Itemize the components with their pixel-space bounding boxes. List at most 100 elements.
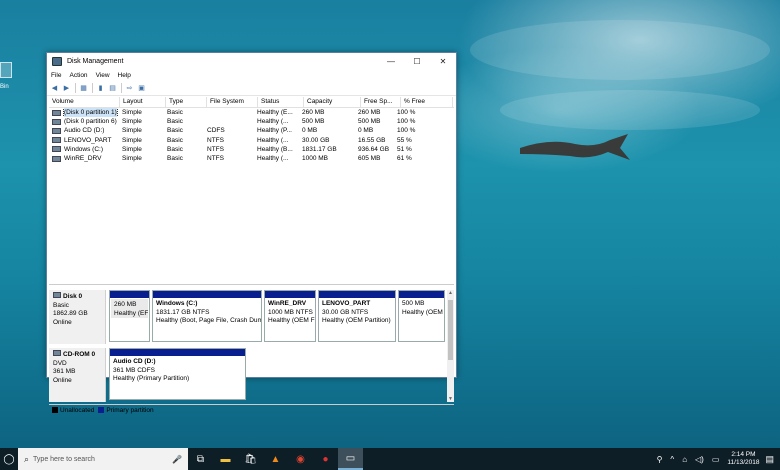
partition-oem[interactable]: 500 MB Healthy (OEM bbox=[398, 290, 445, 342]
volume-name: WinRE_DRV bbox=[64, 155, 102, 163]
scrollbar-thumb[interactable] bbox=[448, 300, 453, 360]
table-row[interactable]: WinRE_DRV Simple Basic NTFS Healthy (...… bbox=[49, 154, 454, 163]
drive-icon bbox=[53, 292, 61, 298]
layout-cell: Simple bbox=[122, 145, 142, 153]
microphone-icon[interactable]: 🎤 bbox=[172, 455, 182, 464]
clock[interactable]: 2:14 PM 11/13/2018 bbox=[727, 451, 759, 467]
toolbar-divider bbox=[75, 83, 76, 93]
fs-cell bbox=[204, 117, 254, 126]
col-percent-free[interactable]: % Free bbox=[401, 97, 453, 107]
vlc-icon[interactable]: ▲ bbox=[263, 448, 288, 470]
disk-info-panel[interactable]: Disk 0 Basic 1862.89 GB Online bbox=[49, 290, 106, 344]
partition-status: Healthy (Primary Partition) bbox=[113, 375, 190, 382]
menu-file[interactable]: File bbox=[51, 72, 61, 79]
network-icon[interactable]: ⌂ bbox=[682, 455, 687, 464]
partition-status: Healthy (EFI bbox=[114, 309, 148, 317]
task-view-icon[interactable]: ⧉ bbox=[188, 448, 213, 470]
search-box[interactable]: ⌕ Type here to search 🎤 bbox=[18, 448, 188, 470]
col-free-space[interactable]: Free Sp... bbox=[361, 97, 401, 107]
toolbar-divider bbox=[121, 83, 122, 93]
search-icon: ⌕ bbox=[24, 453, 30, 464]
primary-partition-swatch bbox=[98, 407, 105, 413]
recycle-bin-label: Bin bbox=[0, 84, 9, 90]
disk-row-disk-0: Disk 0 Basic 1862.89 GB Online 260 MB He… bbox=[49, 290, 447, 344]
store-icon[interactable]: 🛍 bbox=[238, 448, 263, 470]
percent-cell: 61 % bbox=[397, 154, 412, 162]
partition-status: Healthy (OEM Partition) bbox=[322, 317, 391, 324]
volume-list-header: Volume Layout Type File System Status Ca… bbox=[49, 97, 454, 108]
help-icon[interactable]: ▮ bbox=[96, 84, 105, 93]
menu-view[interactable]: View bbox=[96, 72, 110, 79]
battery-icon[interactable]: ▭ bbox=[712, 455, 720, 464]
volume-list: Volume Layout Type File System Status Ca… bbox=[49, 97, 454, 285]
recycle-bin-icon[interactable]: Bin bbox=[0, 62, 12, 98]
partition-size: 500 MB bbox=[402, 300, 425, 307]
partition-size: 260 MB bbox=[114, 301, 137, 308]
partition-label: WinRE_DRV bbox=[268, 300, 307, 307]
volume-name: (Disk 0 partition 6) bbox=[64, 118, 117, 126]
app-icon[interactable]: ● bbox=[313, 448, 338, 470]
col-capacity[interactable]: Capacity bbox=[304, 97, 361, 107]
title-bar[interactable]: Disk Management — ☐ ✕ bbox=[47, 53, 456, 70]
start-button[interactable]: ◯ bbox=[0, 448, 18, 470]
close-button[interactable]: ✕ bbox=[430, 53, 456, 70]
fs-cell: NTFS bbox=[207, 154, 224, 162]
table-row[interactable]: (Disk 0 partition 6) Simple Basic Health… bbox=[49, 117, 454, 126]
vertical-scrollbar[interactable]: ▲ ▼ bbox=[447, 290, 454, 402]
partition-audio-cd[interactable]: Audio CD (D:) 361 MB CDFS Healthy (Prima… bbox=[109, 348, 246, 400]
back-arrow-icon[interactable]: ◀ bbox=[50, 84, 59, 93]
legend-unallocated: Unallocated bbox=[60, 406, 95, 414]
disk-management-window: Disk Management — ☐ ✕ File Action View H… bbox=[46, 52, 457, 414]
partition-windows-c[interactable]: Windows (C:) 1831.17 GB NTFS Healthy (Bo… bbox=[152, 290, 262, 342]
capacity-cell: 30.00 GB bbox=[302, 136, 330, 144]
recycle-bin-glyph bbox=[0, 62, 12, 78]
col-type[interactable]: Type bbox=[166, 97, 207, 107]
partition-lenovo[interactable]: LENOVO_PART 30.00 GB NTFS Healthy (OEM P… bbox=[318, 290, 396, 342]
partition-efi[interactable]: 260 MB Healthy (EFI bbox=[109, 290, 150, 342]
disk-management-taskbar-icon[interactable]: ▭ bbox=[338, 448, 363, 470]
system-tray: ⚲ ^ ⌂ ◁) ▭ 2:14 PM 11/13/2018 ▤ bbox=[653, 448, 780, 470]
partition-status: Healthy (OEM F bbox=[268, 317, 315, 324]
percent-cell: 51 % bbox=[397, 145, 412, 153]
volume-icon[interactable]: ◁) bbox=[695, 455, 704, 464]
maximize-button[interactable]: ☐ bbox=[404, 53, 430, 70]
drive-icon bbox=[52, 137, 61, 144]
forward-arrow-icon[interactable]: ▶ bbox=[62, 84, 71, 93]
wave-highlight bbox=[500, 90, 760, 130]
capacity-cell: 500 MB bbox=[302, 118, 325, 126]
file-explorer-icon[interactable]: ▬ bbox=[213, 448, 238, 470]
table-row[interactable]: Windows (C:) Simple Basic NTFS Healthy (… bbox=[49, 145, 454, 154]
table-row[interactable]: (Disk 0 partition 1) Simple Basic Health… bbox=[49, 108, 454, 118]
col-layout[interactable]: Layout bbox=[120, 97, 166, 107]
settings-panel-icon[interactable]: ▣ bbox=[137, 84, 146, 93]
scroll-down-icon[interactable]: ▼ bbox=[447, 396, 454, 402]
notifications-icon[interactable]: ▤ bbox=[765, 454, 774, 465]
type-cell: Basic bbox=[167, 118, 183, 126]
menu-action[interactable]: Action bbox=[69, 72, 87, 79]
menu-help[interactable]: Help bbox=[118, 72, 131, 79]
col-file-system[interactable]: File System bbox=[207, 97, 258, 107]
type-cell: Basic bbox=[167, 127, 183, 135]
table-row[interactable]: LENOVO_PART Simple Basic NTFS Healthy (.… bbox=[49, 136, 454, 145]
type-cell: Basic bbox=[167, 154, 183, 162]
list-view-icon[interactable]: ▦ bbox=[79, 84, 88, 93]
percent-cell: 100 % bbox=[397, 118, 416, 126]
minimize-button[interactable]: — bbox=[378, 53, 404, 70]
people-icon[interactable]: ⚲ bbox=[657, 455, 663, 464]
chrome-icon[interactable]: ◉ bbox=[288, 448, 313, 470]
scroll-up-icon[interactable]: ▲ bbox=[447, 290, 454, 296]
capacity-cell: 1831.17 GB bbox=[302, 145, 337, 153]
free-cell: 936.64 GB bbox=[358, 145, 390, 153]
properties-icon[interactable]: ▤ bbox=[108, 84, 117, 93]
status-cell: Healthy (B... bbox=[257, 145, 293, 153]
chevron-up-icon[interactable]: ^ bbox=[670, 455, 674, 464]
partition-winre[interactable]: WinRE_DRV 1000 MB NTFS Healthy (OEM F bbox=[264, 290, 316, 342]
disk-type: DVD bbox=[53, 359, 67, 367]
col-status[interactable]: Status bbox=[258, 97, 304, 107]
col-volume[interactable]: Volume bbox=[49, 97, 120, 107]
disk-management-app-icon bbox=[52, 57, 62, 66]
disk-info-panel[interactable]: CD-ROM 0 DVD 361 MB Online bbox=[49, 348, 106, 402]
table-row[interactable]: Audio CD (D:) Simple Basic CDFS Healthy … bbox=[49, 126, 454, 135]
connect-icon[interactable]: ⇨ bbox=[125, 84, 134, 93]
free-cell: 0 MB bbox=[358, 127, 374, 135]
